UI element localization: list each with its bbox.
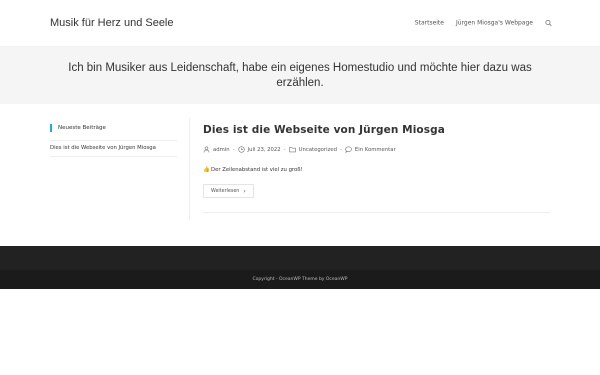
chevron-right-icon: › xyxy=(243,187,246,195)
thumbs-up-emoji: 👍 xyxy=(203,167,210,173)
search-icon[interactable] xyxy=(545,19,552,27)
read-more-label: Weiterlesen xyxy=(211,188,240,194)
main-navigation: Startseite Jürgen Miosga's Webpage xyxy=(403,20,552,27)
excerpt-text: Der Zeilenabstand ist viel zu groß! xyxy=(211,167,303,173)
content-divider xyxy=(189,118,190,220)
post-category[interactable]: Uncategorized xyxy=(299,147,337,153)
clock-icon xyxy=(237,146,245,153)
post-title[interactable]: Dies ist die Webseite von Jürgen Miosga xyxy=(203,124,550,136)
nav-item-startseite[interactable]: Startseite xyxy=(415,20,444,27)
folder-icon xyxy=(288,146,296,153)
post-meta: admin - Juli 23, 2022 - Uncategorized - xyxy=(203,146,550,153)
user-icon xyxy=(203,146,210,153)
page-header: Ich bin Musiker aus Leidenschaft, habe e… xyxy=(0,47,600,104)
site-description: Ich bin Musiker aus Leidenschaft, habe e… xyxy=(68,61,532,89)
meta-separator: - xyxy=(339,146,342,153)
site-header: Musik für Herz und Seele Startseite Jürg… xyxy=(0,0,600,47)
footer-widgets xyxy=(0,246,600,270)
post-date: Juli 23, 2022 xyxy=(247,146,281,153)
post-comments-link[interactable]: Ein Kommentar xyxy=(355,147,396,153)
meta-separator: - xyxy=(283,146,286,153)
comment-icon xyxy=(345,146,352,153)
copyright-text: Copyright - OceanWP Theme by OceanWP xyxy=(252,277,348,282)
site-title[interactable]: Musik für Herz und Seele xyxy=(50,17,174,29)
post-author[interactable]: admin xyxy=(213,147,230,153)
meta-separator: - xyxy=(232,146,235,153)
read-more-button[interactable]: Weiterlesen › xyxy=(203,184,254,198)
footer-bottom: Copyright - OceanWP Theme by OceanWP xyxy=(0,270,600,289)
post-excerpt: 👍 Der Zeilenabstand ist viel zu groß! xyxy=(203,167,550,173)
recent-post-link[interactable]: Dies ist die Webseite von Jürgen Miosga xyxy=(50,141,177,157)
sidebar: Neueste Beiträge Dies ist die Webseite v… xyxy=(50,124,177,157)
nav-item-webpage[interactable]: Jürgen Miosga's Webpage xyxy=(456,20,533,27)
post-entry: Dies ist die Webseite von Jürgen Miosga … xyxy=(203,124,550,198)
widget-title: Neueste Beiträge xyxy=(50,124,177,132)
post-bottom-divider xyxy=(203,212,550,213)
